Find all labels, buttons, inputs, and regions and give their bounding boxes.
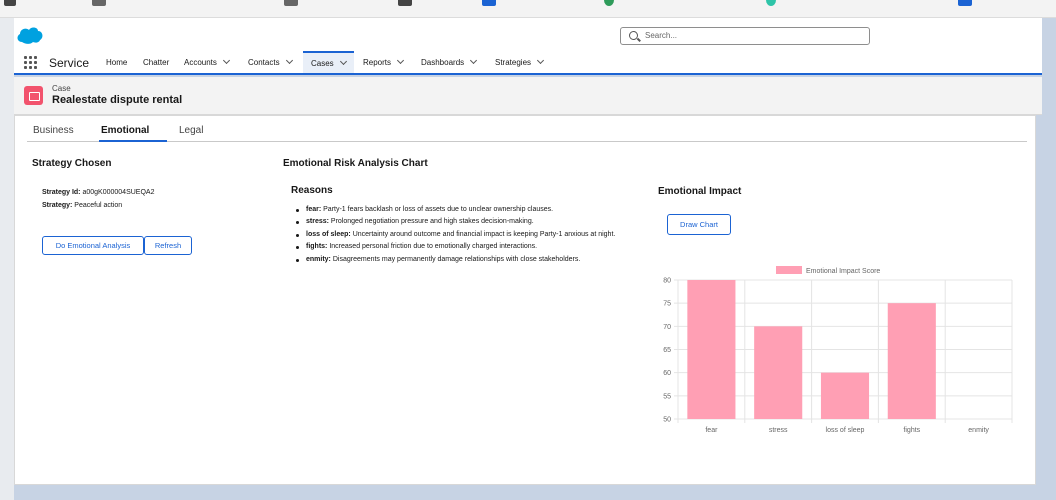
nav-item-label: Contacts bbox=[248, 57, 280, 67]
tab-bar: Business Emotional Legal bbox=[27, 116, 1027, 142]
object-label: Case bbox=[52, 84, 71, 93]
reason-key: enmity: bbox=[306, 255, 331, 263]
strategy-value: Peaceful action bbox=[74, 202, 123, 209]
search-placeholder: Search... bbox=[645, 31, 678, 40]
chevron-down-icon[interactable] bbox=[285, 56, 293, 65]
bar-loss-of-sleep bbox=[820, 372, 870, 419]
right-window-edge bbox=[1042, 18, 1056, 500]
y-tick-label: 60 bbox=[663, 370, 671, 377]
app-launcher-icon[interactable] bbox=[24, 56, 37, 69]
reason-item: loss of sleep: Uncertainty around outcom… bbox=[292, 229, 652, 241]
y-tick-label: 55 bbox=[663, 393, 671, 400]
y-tick-label: 75 bbox=[663, 301, 671, 308]
emotional-impact-chart: 80 75 70 65 60 55 50 fear stress loss of sleep fig… bbox=[663, 266, 1013, 434]
app-navigation-bar: Service Home Chatter Accounts Contacts C… bbox=[14, 51, 1042, 75]
record-title: Realestate dispute rental bbox=[52, 94, 183, 106]
bar-fights bbox=[887, 303, 936, 419]
app-name: Service bbox=[49, 56, 90, 70]
strategy-heading: Strategy Chosen bbox=[32, 158, 112, 169]
record-page-header: Case Realestate dispute rental bbox=[14, 77, 1042, 115]
bookmark-icon[interactable] bbox=[958, 0, 972, 6]
bar-fear bbox=[687, 280, 736, 419]
search-icon bbox=[629, 31, 638, 40]
reason-text: Prolonged negotiation pressure and high … bbox=[330, 218, 534, 226]
bookmark-icon[interactable] bbox=[604, 0, 614, 6]
tab-business[interactable]: Business bbox=[33, 125, 74, 136]
y-tick-label: 65 bbox=[663, 347, 671, 354]
y-tick-label: 50 bbox=[663, 417, 671, 424]
x-tick-label: stress bbox=[769, 427, 788, 434]
bookmark-icon[interactable] bbox=[398, 0, 412, 6]
y-tick-label: 80 bbox=[663, 278, 671, 285]
reason-item: fear: Party-1 fears backlash or loss of … bbox=[292, 204, 652, 216]
x-tick-label: enmity bbox=[968, 427, 989, 434]
reason-key: fights: bbox=[306, 243, 328, 251]
x-tick-label: loss of sleep bbox=[826, 427, 865, 434]
global-search-input[interactable]: Search... bbox=[620, 27, 870, 45]
x-tick-label: fights bbox=[903, 427, 920, 434]
strategy-id-label: Strategy Id: bbox=[42, 189, 81, 196]
chevron-down-icon[interactable] bbox=[396, 56, 405, 65]
chevron-down-icon[interactable] bbox=[222, 56, 230, 65]
bookmark-icon[interactable] bbox=[4, 0, 16, 6]
bar-stress bbox=[754, 326, 803, 419]
reason-text: Uncertainty around outcome and financial… bbox=[352, 230, 616, 238]
bookmark-icon[interactable] bbox=[766, 0, 776, 6]
nav-item-contacts[interactable]: Contacts bbox=[248, 51, 293, 73]
chevron-down-icon[interactable] bbox=[339, 57, 347, 66]
reason-text: Disagreements may permanently damage rel… bbox=[332, 255, 581, 263]
do-emotional-analysis-button[interactable]: Do Emotional Analysis bbox=[42, 236, 144, 255]
nav-item-strategies[interactable]: Strategies bbox=[495, 51, 545, 73]
tab-legal[interactable]: Legal bbox=[179, 125, 203, 136]
salesforce-cloud-logo[interactable] bbox=[16, 25, 44, 45]
nav-item-label: Strategies bbox=[495, 57, 532, 67]
nav-item-label: Home bbox=[106, 57, 128, 67]
reason-key: stress: bbox=[306, 218, 329, 226]
bookmark-icon[interactable] bbox=[284, 0, 298, 6]
nav-item-label: Dashboards bbox=[421, 57, 465, 67]
strategy-id-value: a00gK000004SUEQA2 bbox=[82, 189, 155, 196]
nav-item-cases[interactable]: Cases bbox=[303, 51, 354, 73]
nav-item-dashboards[interactable]: Dashboards bbox=[421, 51, 478, 73]
strategy-name: Strategy: Peaceful action bbox=[42, 202, 122, 209]
reason-key: fear: bbox=[306, 206, 322, 213]
browser-bookmarks-bar bbox=[0, 0, 1056, 18]
nav-item-home[interactable]: Home bbox=[106, 51, 127, 73]
global-header: Search... bbox=[14, 18, 1042, 51]
reason-text: Party-1 fears backlash or loss of assets… bbox=[323, 206, 554, 213]
reason-item: enmity: Disagreements may permanently da… bbox=[292, 254, 652, 266]
y-tick-label: 70 bbox=[663, 324, 671, 331]
strategy-label: Strategy: bbox=[42, 202, 73, 209]
active-tab-indicator bbox=[99, 140, 167, 142]
legend-swatch bbox=[776, 266, 802, 274]
tab-emotional[interactable]: Emotional bbox=[101, 125, 149, 136]
nav-item-label: Cases bbox=[311, 58, 334, 68]
reason-item: stress: Prolonged negotiation pressure a… bbox=[292, 216, 652, 228]
bookmark-icon[interactable] bbox=[92, 0, 106, 6]
nav-item-accounts[interactable]: Accounts bbox=[184, 51, 230, 73]
chevron-down-icon[interactable] bbox=[536, 56, 545, 65]
strategy-id: Strategy Id: a00gK000004SUEQA2 bbox=[42, 189, 154, 196]
refresh-button[interactable]: Refresh bbox=[144, 236, 192, 255]
legend-label: Emotional Impact Score bbox=[806, 268, 880, 275]
reason-text: Increased personal friction due to emoti… bbox=[329, 243, 538, 251]
left-window-edge bbox=[0, 18, 14, 500]
nav-item-label: Chatter bbox=[143, 57, 170, 67]
nav-item-label: Reports bbox=[363, 57, 392, 67]
reasons-list: fear: Party-1 fears backlash or loss of … bbox=[292, 204, 652, 266]
reasons-heading: Reasons bbox=[291, 185, 333, 196]
reason-item: fights: Increased personal friction due … bbox=[292, 241, 652, 253]
risk-chart-heading: Emotional Risk Analysis Chart bbox=[283, 158, 428, 169]
nav-item-label: Accounts bbox=[184, 57, 217, 67]
case-icon bbox=[24, 86, 43, 105]
x-tick-label: fear bbox=[705, 427, 718, 434]
reason-key: loss of sleep: bbox=[306, 230, 351, 238]
emotional-impact-heading: Emotional Impact bbox=[658, 186, 742, 197]
bookmark-icon[interactable] bbox=[482, 0, 496, 6]
nav-item-chatter[interactable]: Chatter bbox=[143, 51, 169, 73]
draw-chart-button[interactable]: Draw Chart bbox=[667, 214, 731, 235]
nav-item-reports[interactable]: Reports bbox=[363, 51, 405, 73]
chevron-down-icon[interactable] bbox=[470, 56, 478, 65]
